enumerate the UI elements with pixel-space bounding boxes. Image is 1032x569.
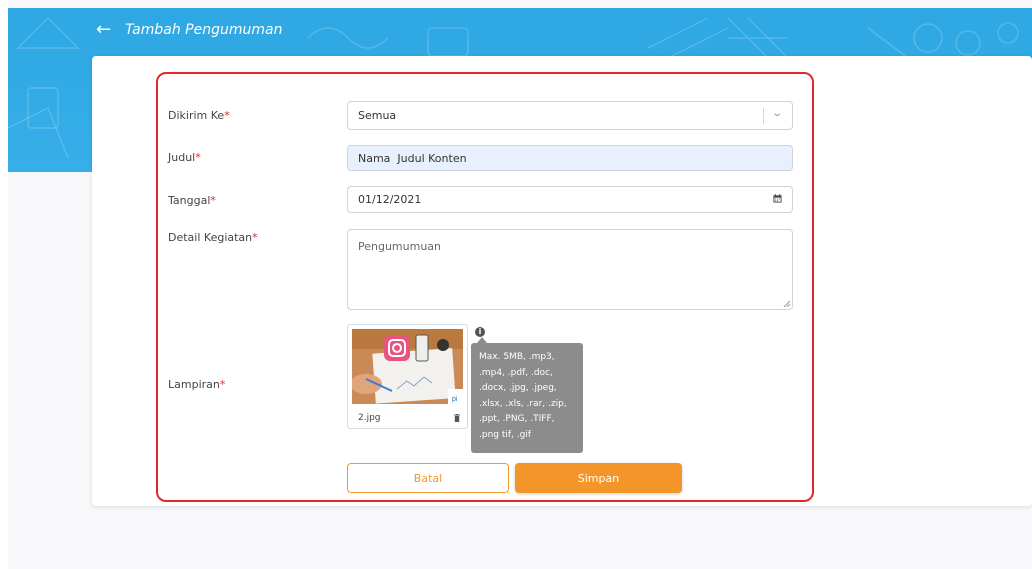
save-button[interactable]: Simpan: [515, 463, 682, 493]
detail-textarea[interactable]: Pengumumuan: [347, 229, 793, 310]
page-header: ← Tambah Pengumuman: [96, 18, 282, 42]
attachment-preview[interactable]: pi 2.jpg: [347, 324, 468, 429]
page-margin: [0, 0, 8, 569]
date-label: Tanggal*: [168, 194, 216, 207]
arrow-left-icon[interactable]: ←: [96, 21, 111, 39]
title-input[interactable]: Nama Judul Konten: [347, 145, 793, 171]
select-divider: [763, 108, 764, 124]
page-title: Tambah Pengumuman: [125, 22, 283, 38]
required-mark: *: [195, 151, 201, 164]
attachment-thumbnail: pi: [352, 329, 463, 404]
date-input-value: 01/12/2021: [358, 193, 422, 206]
trash-icon[interactable]: [454, 414, 460, 422]
attachment-label: Lampiran*: [168, 378, 226, 391]
cancel-button[interactable]: Batal: [347, 463, 509, 493]
required-mark: *: [210, 194, 216, 207]
chevron-down-icon[interactable]: ⌄: [771, 108, 784, 119]
recipient-label: Dikirim Ke*: [168, 109, 230, 122]
svg-text:pi: pi: [452, 396, 458, 403]
title-label: Judul*: [168, 151, 201, 164]
calendar-icon[interactable]: [773, 194, 782, 203]
detail-label: Detail Kegiatan*: [168, 231, 258, 244]
detail-textarea-placeholder: Pengumumuan: [358, 240, 442, 253]
required-mark: *: [224, 109, 230, 122]
title-input-value: Nama Judul Konten: [358, 151, 467, 165]
resize-grip-icon[interactable]: [783, 300, 790, 307]
info-icon[interactable]: i: [475, 327, 485, 337]
recipient-select[interactable]: Semua ⌄: [347, 101, 793, 130]
attachment-file-name: 2.jpg: [358, 413, 381, 423]
required-mark: *: [252, 231, 258, 244]
required-mark: *: [219, 378, 226, 391]
recipient-select-value: Semua: [358, 109, 397, 122]
date-input[interactable]: 01/12/2021: [347, 186, 793, 213]
file-type-tooltip: Max. 5MB, .mp3, .mp4, .pdf, .doc, .docx,…: [471, 337, 583, 453]
